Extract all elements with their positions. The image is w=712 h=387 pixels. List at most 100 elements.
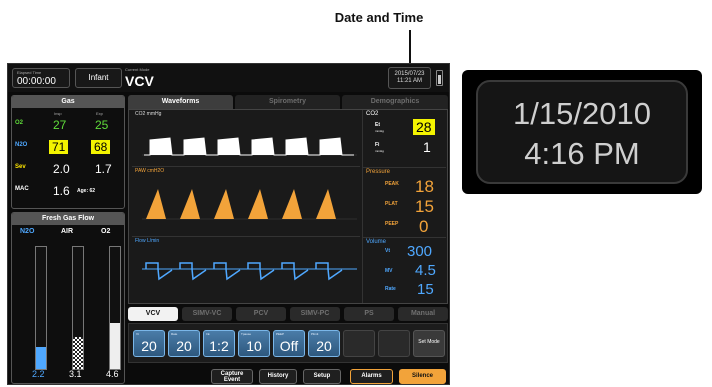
o2-flow-tube[interactable] <box>109 246 121 370</box>
capture-event-button[interactable]: Capture Event <box>211 369 253 384</box>
n2o-flow-label: N2O <box>20 228 35 235</box>
gas-insp-value: 2.0 <box>53 162 70 176</box>
setting-peep-button[interactable]: PEEP Off <box>273 330 305 357</box>
gas-row-sev: Sev 2.0 1.7 <box>15 162 123 178</box>
setting-value: 1:2 <box>209 338 229 354</box>
gas-panel-title: Gas <box>12 96 124 108</box>
fi-co2-label: Fi <box>375 142 380 148</box>
mode-tab-simv-vc[interactable]: SIMV-VC <box>182 307 232 321</box>
fi-co2-value: 1 <box>423 139 431 155</box>
history-button[interactable]: History <box>259 369 297 384</box>
fresh-gas-flow-title: Fresh Gas Flow <box>12 213 124 225</box>
air-flow-value: 3.1 <box>69 369 82 379</box>
paw-waveform-graph <box>142 189 357 220</box>
setting-label: Vt <box>136 332 139 336</box>
mode-tab-manual[interactable]: Manual <box>398 307 448 321</box>
tab-waveforms[interactable]: Waveforms <box>128 95 233 109</box>
alarms-button[interactable]: Alarms <box>350 369 393 384</box>
gas-exp-value: 68 <box>91 140 111 154</box>
zoom-time-value: 4:16 PM <box>524 136 640 171</box>
setting-label: I:E <box>206 332 210 336</box>
peak-value: 18 <box>415 177 434 196</box>
tab-demographics[interactable]: Demographics <box>342 95 448 109</box>
gas-insp-value: 27 <box>53 118 67 132</box>
waveform-area: CO2 mmHg PAW cmH2O Flow L/min CO2 Et mmH… <box>128 109 448 304</box>
pressure-section-title: Pressure <box>366 169 391 175</box>
co2-numerics: CO2 Et mmHg 28 Fi mmHg 1 <box>362 110 446 167</box>
gas-name: O2 <box>15 120 24 126</box>
o2-flow-fill <box>110 322 120 369</box>
pressure-numerics: Pressure PEAK 18 PLAT 15 PEEP 0 <box>362 167 446 237</box>
setting-rate-button[interactable]: Rate 20 <box>168 330 200 357</box>
empty-setting-slot <box>343 330 375 357</box>
volume-section-title: Volume <box>366 239 387 245</box>
mode-tab-ps[interactable]: PS <box>344 307 394 321</box>
setting-value: 20 <box>141 338 157 354</box>
vt-value: 300 <box>407 243 433 260</box>
air-flow-fill <box>73 337 83 369</box>
volume-numerics: Volume Vt 300 MV 4.5 Rate 15 <box>362 237 446 303</box>
setting-value: 20 <box>176 338 192 354</box>
silence-button[interactable]: Silence <box>399 369 446 384</box>
date-time-display[interactable]: 2015/07/23 11:21 AM <box>388 67 431 89</box>
date-value: 2015/07/23 <box>394 71 425 77</box>
et-co2-value[interactable]: 28 <box>413 119 435 135</box>
setting-label: PEEP <box>276 332 285 336</box>
zoom-date-value: 1/15/2010 <box>513 96 651 131</box>
date-time-zoom-panel: 1/15/2010 4:16 PM <box>462 70 702 194</box>
mode-tab-simv-pc[interactable]: SIMV-PC <box>290 307 340 321</box>
co2-waveform: CO2 mmHg <box>132 110 360 167</box>
setting-vt-button[interactable]: Vt 20 <box>133 330 165 357</box>
flow-waveform-graph <box>142 262 357 281</box>
empty-setting-slot <box>378 330 410 357</box>
top-bar: Elapsed Time 00:00:00 Infant Current Mod… <box>8 64 449 92</box>
gas-exp-value: 1.7 <box>95 162 112 176</box>
plat-label: PLAT <box>385 201 398 207</box>
mac-value: 1.6 <box>53 184 70 198</box>
n2o-flow-tube[interactable] <box>35 246 47 370</box>
setting-label: Tpause <box>241 332 252 336</box>
ventilator-screen: Elapsed Time 00:00:00 Infant Current Mod… <box>7 63 450 385</box>
gas-row-n2o: N2O 71 68 <box>15 140 123 156</box>
date-time-callout-label: Date and Time <box>334 10 424 25</box>
setting-plimit-button[interactable]: Plimit 20 <box>308 330 340 357</box>
mode-tabs: VCV SIMV-VC PCV SIMV-PC PS Manual <box>128 307 448 321</box>
vt-label: Vt <box>385 248 390 254</box>
elapsed-time-value: 00:00:00 <box>17 76 56 87</box>
patient-type-button[interactable]: Infant <box>75 68 122 88</box>
gas-insp-value: 71 <box>49 140 69 154</box>
peep-label: PEEP <box>385 221 399 227</box>
rate-value: 15 <box>417 281 434 298</box>
elapsed-time-label: Elapsed Time <box>17 70 42 75</box>
air-flow-label: AIR <box>61 228 74 235</box>
air-flow-tube[interactable] <box>72 246 84 370</box>
elapsed-time-display[interactable]: Elapsed Time 00:00:00 <box>12 68 70 88</box>
flow-waveform: Flow L/min <box>132 237 360 303</box>
set-mode-button[interactable]: Set Mode <box>413 330 445 357</box>
setting-label: Rate <box>171 332 178 336</box>
o2-flow-label: O2 <box>101 228 111 235</box>
date-time-zoom-box: 1/15/2010 4:16 PM <box>476 80 688 184</box>
view-tabs: Waveforms Spirometry Demographics <box>128 95 448 109</box>
mv-value: 4.5 <box>415 262 436 279</box>
gas-exp-value: 25 <box>95 118 109 132</box>
mode-tab-pcv[interactable]: PCV <box>236 307 286 321</box>
age-label: Age: 62 <box>77 188 96 194</box>
peep-value: 0 <box>419 217 429 236</box>
exp-column-header: Exp <box>96 111 103 116</box>
setting-label: Plimit <box>311 332 319 336</box>
fi-co2-unit: mmHg <box>375 149 384 153</box>
et-co2-label: Et <box>375 122 380 128</box>
tab-spirometry[interactable]: Spirometry <box>235 95 340 109</box>
mode-tab-vcv[interactable]: VCV <box>128 307 178 321</box>
gas-name: Sev <box>15 164 26 170</box>
mac-label: MAC <box>15 186 29 192</box>
co2-section-title: CO2 <box>366 111 379 117</box>
plat-value: 15 <box>415 197 434 216</box>
setup-button[interactable]: Setup <box>303 369 341 384</box>
peak-label: PEAK <box>385 181 399 187</box>
o2-flow-value: 4.6 <box>106 369 119 379</box>
insp-column-header: Insp <box>54 111 62 116</box>
setting-tpause-button[interactable]: Tpause 10 <box>238 330 270 357</box>
setting-ie-button[interactable]: I:E 1:2 <box>203 330 235 357</box>
